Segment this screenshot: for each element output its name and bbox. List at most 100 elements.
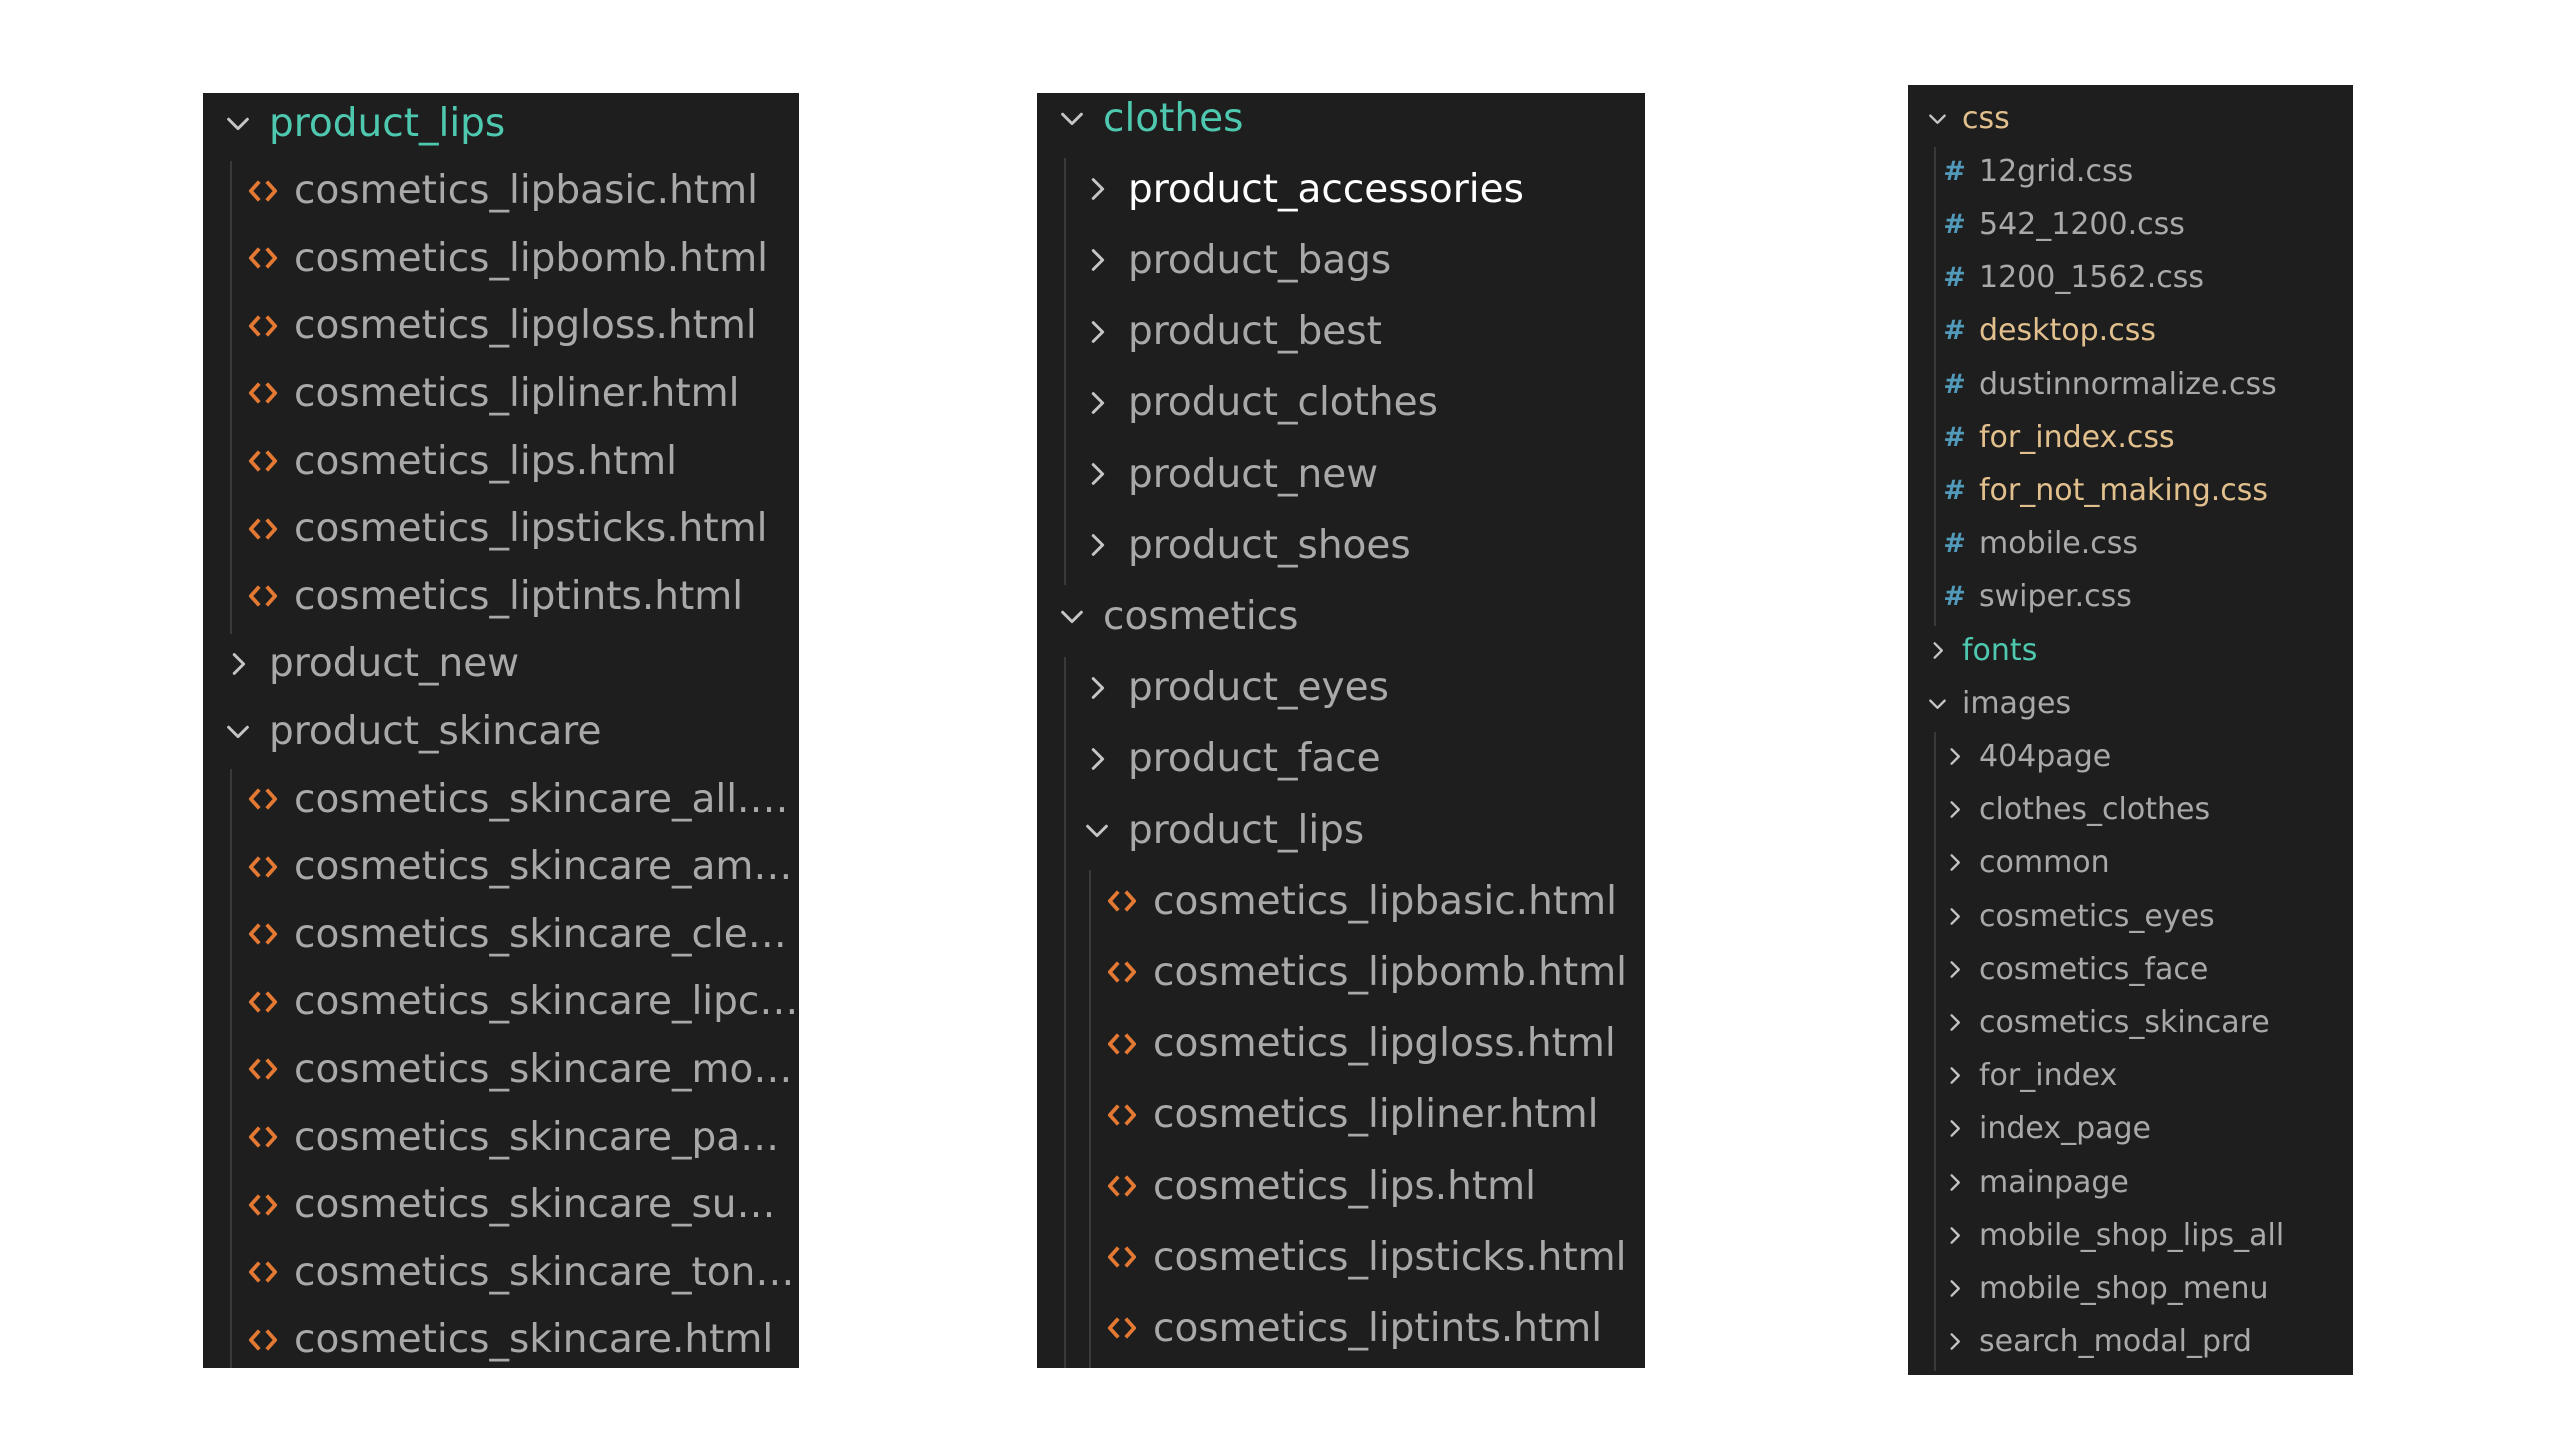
file-item[interactable]: # for_index.css bbox=[1908, 413, 2353, 461]
folder-item[interactable]: product_bags bbox=[1037, 229, 1645, 291]
folder-item[interactable]: product_eyes bbox=[1037, 657, 1645, 719]
file-item[interactable]: # dustinnormalize.css bbox=[1908, 360, 2353, 408]
chevron-down-icon[interactable] bbox=[1082, 815, 1112, 845]
folder-item[interactable]: search_modal_prd bbox=[1908, 1318, 2353, 1366]
file-item[interactable]: cosmetics_skincare_toners.... bbox=[203, 1242, 799, 1302]
file-item[interactable]: #1200_1562.css bbox=[1908, 254, 2353, 302]
file-item[interactable]: cosmetics_skincare_pampe... bbox=[203, 1107, 799, 1167]
file-item[interactable]: cosmetics_lips.html bbox=[203, 431, 799, 491]
chevron-right-icon[interactable] bbox=[1943, 798, 1966, 821]
file-item[interactable]: # desktop.css bbox=[1908, 307, 2353, 355]
folder-item[interactable]: common bbox=[1908, 839, 2353, 887]
file-item[interactable]: cosmetics_skincare_clense... bbox=[203, 904, 799, 964]
folder-item[interactable]: images bbox=[1908, 679, 2353, 727]
folder-item[interactable]: product_shoes bbox=[1037, 514, 1645, 576]
folder-item[interactable]: product_skincare bbox=[203, 701, 799, 761]
chevron-right-icon[interactable] bbox=[223, 649, 253, 679]
folder-label: mobile_shop_lips_all bbox=[1979, 1217, 2285, 1253]
folder-label: cosmetics_eyes bbox=[1979, 898, 2215, 934]
file-item[interactable]: cosmetics_lipgloss.html bbox=[203, 296, 799, 356]
folder-item[interactable]: product_clothes bbox=[1037, 372, 1645, 434]
folder-item[interactable]: product_new bbox=[203, 634, 799, 694]
chevron-right-icon[interactable] bbox=[1943, 1171, 1966, 1194]
chevron-right-icon[interactable] bbox=[1082, 317, 1112, 347]
file-item[interactable]: cosmetics_lipbomb.html bbox=[1037, 941, 1645, 1003]
chevron-right-icon[interactable] bbox=[1943, 958, 1966, 981]
chevron-right-icon[interactable] bbox=[1082, 459, 1112, 489]
folder-item[interactable]: clothes bbox=[1037, 93, 1645, 149]
file-item[interactable]: # mobile.css bbox=[1908, 520, 2353, 568]
chevron-right-icon[interactable] bbox=[1943, 1330, 1966, 1353]
chevron-right-icon[interactable] bbox=[1943, 1117, 1966, 1140]
folder-item[interactable]: clothes_clothes bbox=[1908, 786, 2353, 834]
folder-item[interactable]: 404page bbox=[1908, 732, 2353, 780]
folder-item[interactable]: product_face bbox=[1037, 728, 1645, 790]
chevron-down-icon[interactable] bbox=[1926, 107, 1949, 130]
file-item[interactable]: cosmetics_liptints.html bbox=[203, 566, 799, 626]
chevron-right-icon[interactable] bbox=[1082, 174, 1112, 204]
file-item[interactable]: cosmetics_skincare_sunblo... bbox=[203, 1175, 799, 1235]
chevron-right-icon[interactable] bbox=[1082, 530, 1112, 560]
file-item[interactable]: cosmetics_lipbasic.html bbox=[1037, 870, 1645, 932]
folder-item[interactable]: product_best bbox=[1037, 301, 1645, 363]
file-item[interactable]: cosmetics_skincare_lipcare... bbox=[203, 972, 799, 1032]
folder-item[interactable]: mobile_shop_menu bbox=[1908, 1264, 2353, 1312]
folder-item[interactable]: mobile_shop_lips_all bbox=[1908, 1211, 2353, 1259]
file-item[interactable]: cosmetics_lips.html bbox=[1037, 1155, 1645, 1217]
file-item[interactable]: cosmetics_lipbomb.html bbox=[203, 228, 799, 288]
folder-item[interactable]: product_new bbox=[1037, 443, 1645, 505]
chevron-right-icon[interactable] bbox=[1082, 388, 1112, 418]
file-item[interactable]: cosmetics_skincare_all.html bbox=[203, 769, 799, 829]
chevron-down-icon[interactable] bbox=[1057, 601, 1087, 631]
file-item[interactable]: cosmetics_lipliner.html bbox=[1037, 1084, 1645, 1146]
file-item[interactable]: cosmetics_lipliner.html bbox=[203, 363, 799, 423]
chevron-down-icon[interactable] bbox=[223, 716, 253, 746]
file-item[interactable]: cosmetics_lipgloss.html bbox=[1037, 1013, 1645, 1075]
chevron-right-icon[interactable] bbox=[1943, 1224, 1966, 1247]
folder-item[interactable]: product_lips bbox=[1037, 799, 1645, 861]
chevron-right-icon[interactable] bbox=[1943, 1277, 1966, 1300]
folder-item[interactable]: product_lips bbox=[203, 93, 799, 153]
folder-item[interactable]: product_accessories bbox=[1037, 158, 1645, 220]
file-item[interactable]: # swiper.css bbox=[1908, 573, 2353, 621]
chevron-right-icon[interactable] bbox=[1943, 1011, 1966, 1034]
folder-item[interactable]: cosmetics_face bbox=[1908, 945, 2353, 993]
folder-item[interactable]: index_page bbox=[1908, 1105, 2353, 1153]
folder-label: fonts bbox=[1962, 632, 2038, 668]
file-item[interactable]: #12grid.css bbox=[1908, 147, 2353, 195]
chevron-right-icon[interactable] bbox=[1082, 744, 1112, 774]
file-item[interactable]: cosmetics_skincare.html bbox=[203, 1310, 799, 1368]
folder-item[interactable]: css bbox=[1908, 94, 2353, 142]
chevron-down-icon[interactable] bbox=[1057, 103, 1087, 133]
html-file-icon bbox=[248, 581, 278, 611]
folder-item[interactable]: mainpage bbox=[1908, 1158, 2353, 1206]
folder-label: clothes_clothes bbox=[1979, 792, 2211, 828]
folder-item[interactable]: cosmetics_eyes bbox=[1908, 892, 2353, 940]
folder-item[interactable]: cosmetics_skincare bbox=[1908, 998, 2353, 1046]
file-item[interactable]: cosmetics_skincare_ample.... bbox=[203, 837, 799, 897]
file-item[interactable]: cosmetics_lipsticks.html bbox=[1037, 1226, 1645, 1288]
chevron-right-icon[interactable] bbox=[1943, 905, 1966, 928]
folder-item[interactable]: cosmetics bbox=[1037, 585, 1645, 647]
folder-label: index_page bbox=[1979, 1111, 2152, 1147]
file-item[interactable]: cosmetics_skincare_moistu... bbox=[203, 1039, 799, 1099]
chevron-down-icon[interactable] bbox=[1926, 692, 1949, 715]
folder-item[interactable]: fonts bbox=[1908, 626, 2353, 674]
chevron-down-icon[interactable] bbox=[223, 108, 253, 138]
chevron-right-icon[interactable] bbox=[1082, 673, 1112, 703]
file-item[interactable]: cosmetics_lipbasic.html bbox=[203, 161, 799, 221]
file-item[interactable]: #542_1200.css bbox=[1908, 200, 2353, 248]
folder-label: cosmetics bbox=[1103, 593, 1299, 639]
file-item[interactable]: cosmetics_lipsticks.html bbox=[203, 499, 799, 559]
html-file-icon bbox=[248, 311, 278, 341]
chevron-right-icon[interactable] bbox=[1943, 851, 1966, 874]
folder-item[interactable]: for_index bbox=[1908, 1052, 2353, 1100]
chevron-right-icon[interactable] bbox=[1926, 639, 1949, 662]
file-item[interactable]: # for_not_making.css bbox=[1908, 466, 2353, 514]
chevron-right-icon[interactable] bbox=[1943, 745, 1966, 768]
file-label: cosmetics_lipsticks.html bbox=[1153, 1234, 1627, 1280]
folder-label: product_shoes bbox=[1128, 522, 1411, 568]
file-item[interactable]: cosmetics_liptints.html bbox=[1037, 1297, 1645, 1359]
chevron-right-icon[interactable] bbox=[1943, 1064, 1966, 1087]
chevron-right-icon[interactable] bbox=[1082, 245, 1112, 275]
